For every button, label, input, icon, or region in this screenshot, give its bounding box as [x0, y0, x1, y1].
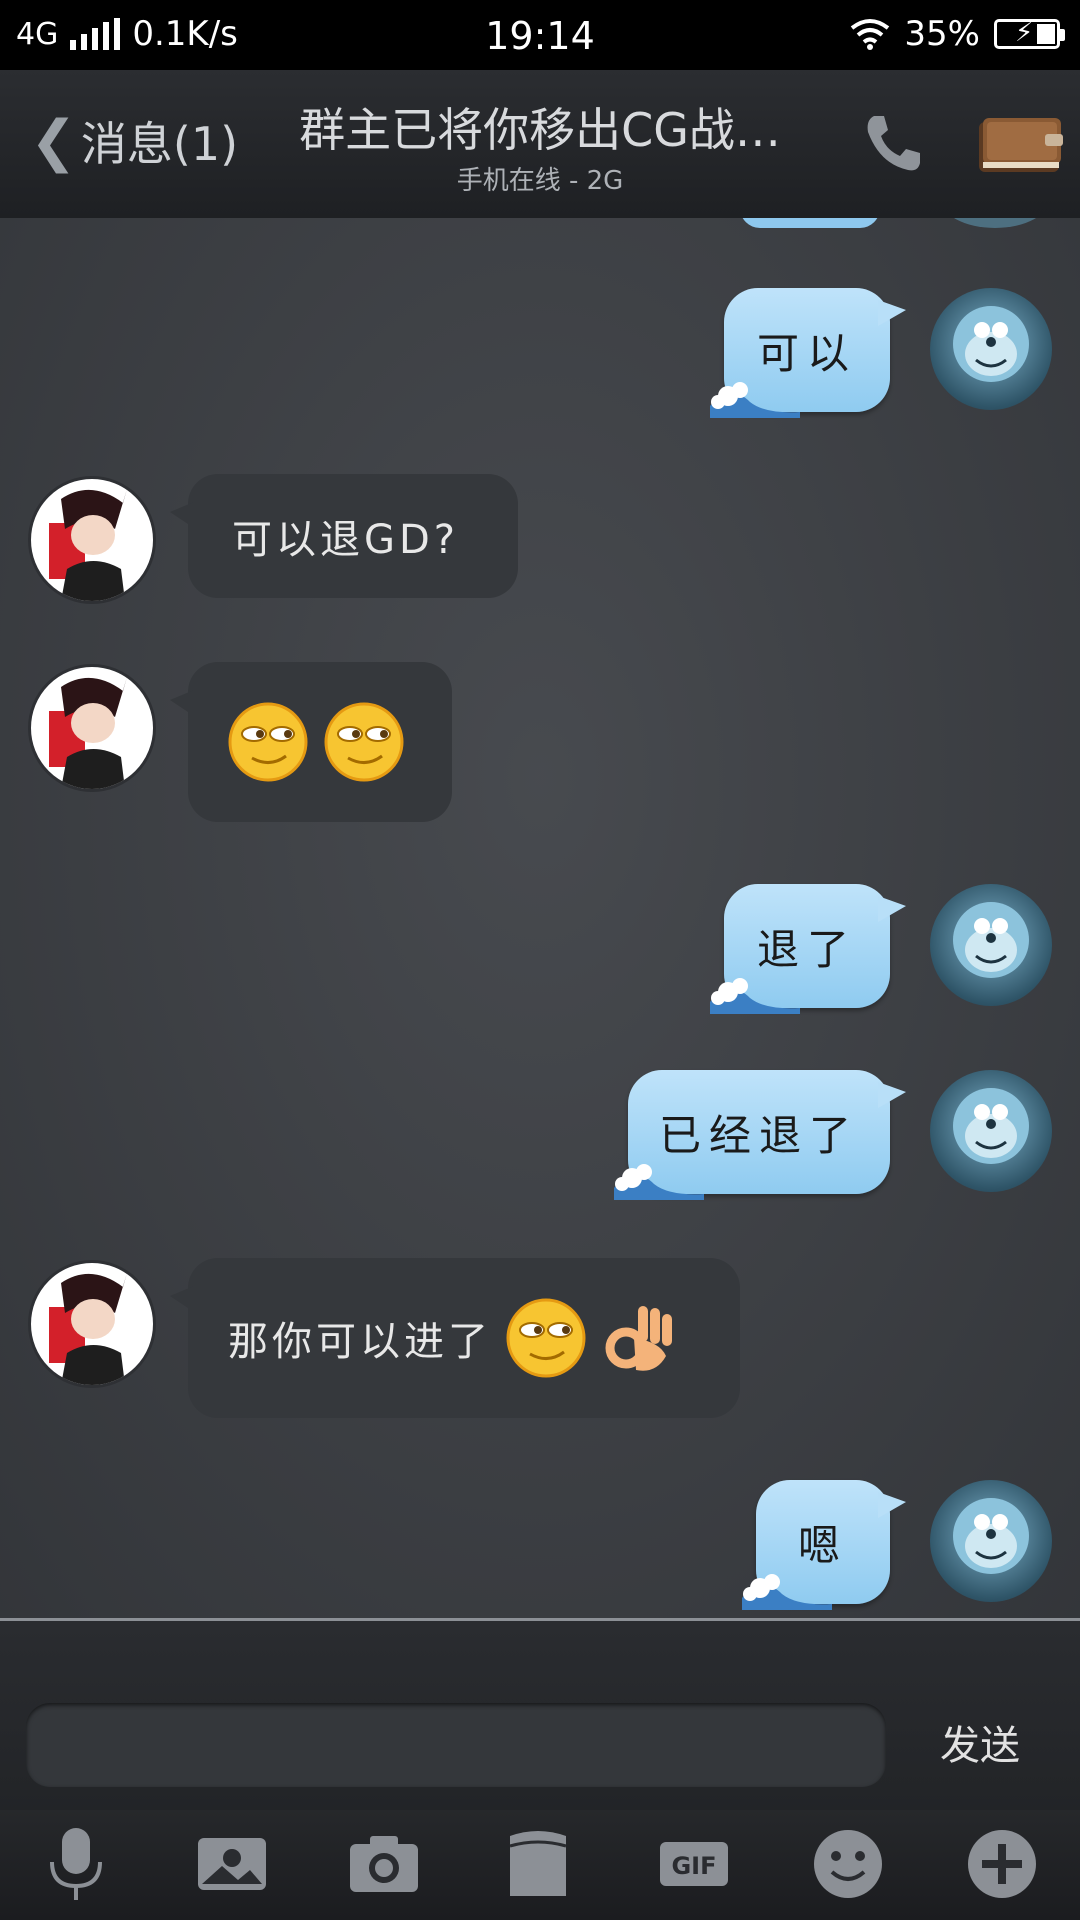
contact-avatar[interactable]: [28, 664, 156, 792]
camera-icon[interactable]: [344, 1824, 424, 1904]
folder-icon[interactable]: [498, 1824, 578, 1904]
chat-header: ❮ 消息(1) 群主已将你移出CG战… 手机在线 - 2G: [0, 70, 1080, 221]
smirk-emoji: [228, 702, 308, 782]
self-avatar[interactable]: [930, 884, 1052, 1006]
self-avatar[interactable]: [930, 1480, 1052, 1602]
message-bubble-out[interactable]: 嗯: [742, 1480, 906, 1610]
anime-avatar-icon: [49, 1273, 127, 1385]
message-bubble-in[interactable]: 可以退GD?: [170, 474, 518, 598]
contact-avatar[interactable]: [28, 476, 156, 604]
message-bubble-in[interactable]: 那你可以进了: [170, 1258, 740, 1418]
back-button[interactable]: ❮ 消息(1): [30, 108, 238, 174]
contact-avatar[interactable]: [28, 1260, 156, 1388]
message-bubble-out[interactable]: 退了: [710, 884, 906, 1014]
notebook-icon[interactable]: [975, 112, 1065, 176]
chat-messages[interactable]: 可以 可以退GD? 退了 已经退了 那你可以进了 嗯: [0, 218, 1080, 1618]
emoji-icon[interactable]: [808, 1824, 888, 1904]
wave-decoration: [710, 382, 800, 418]
doraemon-avatar-icon: [953, 902, 1029, 978]
message-bubble-out[interactable]: 可以: [710, 288, 906, 418]
smirk-emoji: [324, 702, 404, 782]
chevron-left-icon: ❮: [30, 108, 77, 174]
message-bubble-out[interactable]: 已经退了: [614, 1070, 906, 1200]
phone-call-icon[interactable]: [860, 110, 926, 176]
plus-icon[interactable]: [962, 1824, 1042, 1904]
svg-text:GIF: GIF: [671, 1852, 716, 1880]
input-toolbar: GIF: [0, 1810, 1080, 1920]
smirk-emoji: [506, 1298, 586, 1378]
wifi-icon: [851, 19, 890, 50]
wave-decoration: [742, 1574, 832, 1610]
status-bar: 4G 0.1K/s 19:14 35% ⚡: [0, 0, 1080, 70]
message-text: 那你可以进了: [228, 1319, 492, 1365]
previous-avatar: [940, 218, 1050, 228]
chat-title[interactable]: 群主已将你移出CG战…: [280, 94, 800, 160]
battery-percent: 35%: [904, 14, 980, 54]
doraemon-avatar-icon: [953, 1498, 1029, 1574]
back-label: 消息(1): [80, 117, 239, 171]
anime-avatar-icon: [49, 489, 127, 601]
previous-message-bubble: [740, 218, 880, 228]
message-bubble-in[interactable]: [170, 662, 452, 822]
anime-avatar-icon: [49, 677, 127, 789]
message-text: 可以退GD?: [232, 517, 460, 563]
send-button[interactable]: 发送: [940, 1713, 1020, 1771]
wave-decoration: [710, 978, 800, 1014]
wave-decoration: [614, 1164, 704, 1200]
message-input-bar: 发送: [0, 1618, 1080, 1813]
ok-hand-emoji: [605, 1306, 672, 1371]
self-avatar[interactable]: [930, 288, 1052, 410]
photo-album-icon[interactable]: [192, 1824, 272, 1904]
gif-icon[interactable]: GIF: [654, 1824, 734, 1904]
microphone-icon[interactable]: [36, 1824, 116, 1904]
doraemon-avatar-icon: [953, 1088, 1029, 1164]
chat-subtitle: 手机在线 - 2G: [456, 166, 624, 196]
message-input[interactable]: [26, 1703, 886, 1787]
doraemon-avatar-icon: [953, 306, 1029, 382]
battery-icon: ⚡: [994, 18, 1065, 49]
self-avatar[interactable]: [930, 1070, 1052, 1192]
